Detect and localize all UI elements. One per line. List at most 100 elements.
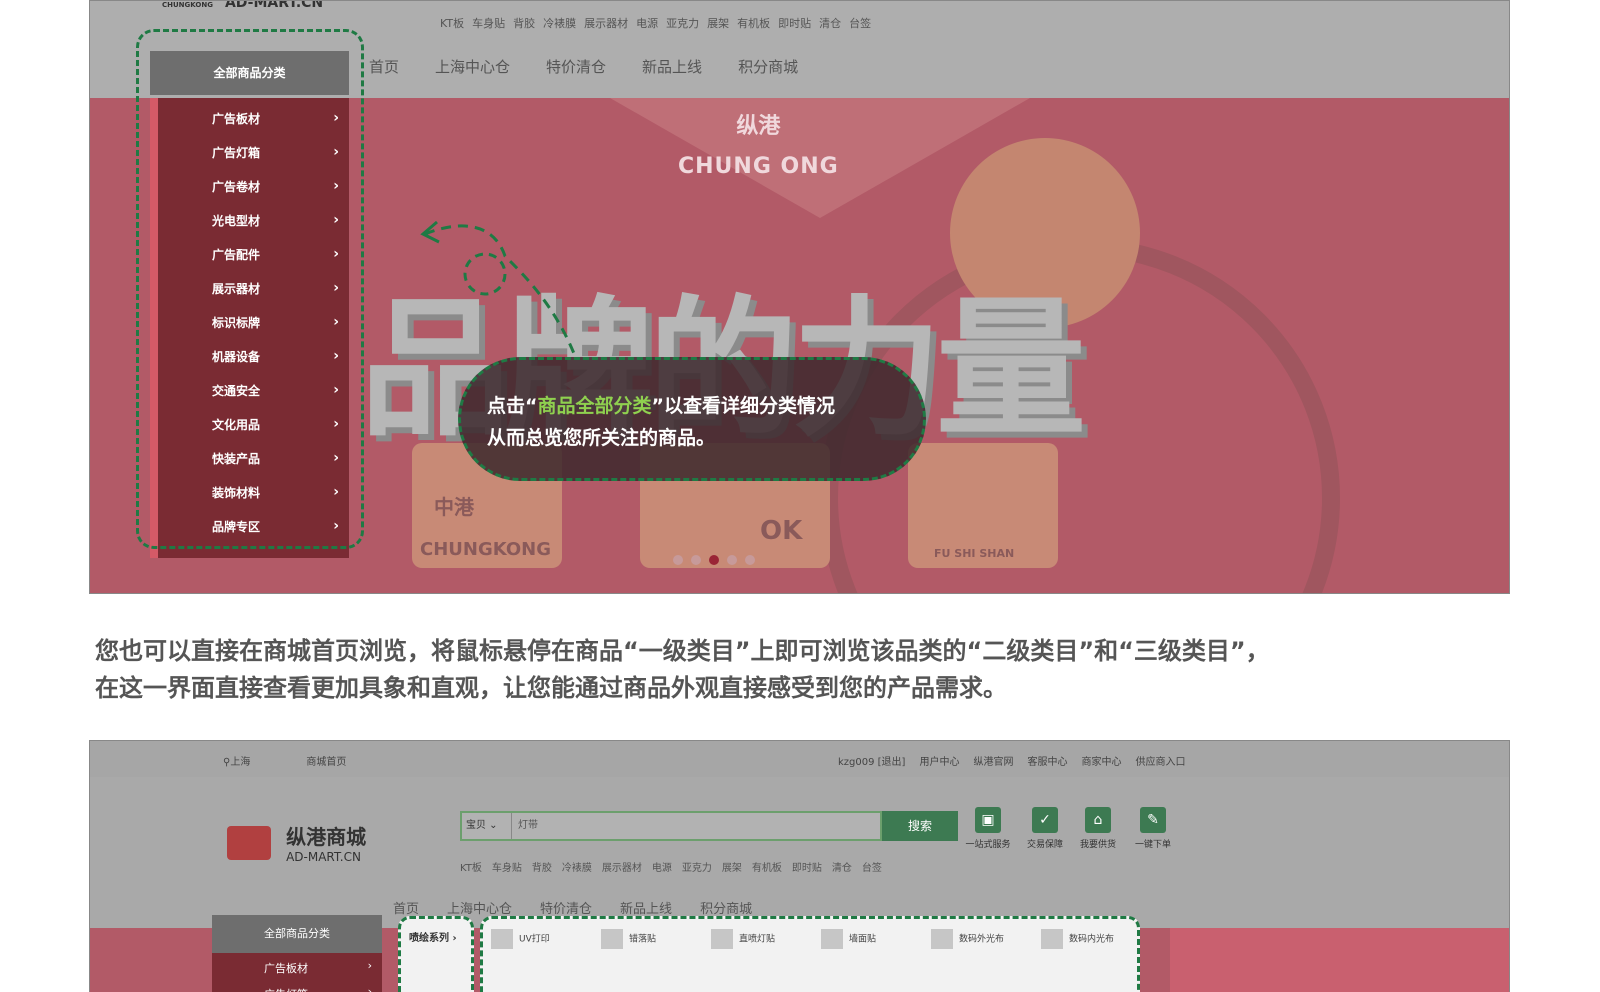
subcategory-item[interactable]: 喷绘系列 ›: [409, 929, 457, 944]
instruction-text: 您也可以直接在商城首页浏览，将鼠标悬停在商品“一级类目”上即可浏览该品类的“二级…: [95, 637, 1270, 702]
carousel-dot[interactable]: [691, 555, 701, 565]
hot-word-link[interactable]: 有机板: [752, 863, 782, 874]
nav-link[interactable]: 特价清仓: [540, 902, 592, 917]
hot-word-link[interactable]: 即时贴: [778, 17, 811, 30]
category-item[interactable]: 广告板材 ›: [212, 953, 382, 979]
chevron-right-icon: ›: [367, 959, 372, 972]
hot-word-link[interactable]: 亚克力: [682, 863, 712, 874]
product-item[interactable]: 错落贴: [601, 929, 656, 949]
nav-link[interactable]: 首页: [369, 58, 399, 76]
location-pin-icon: ⚲上海: [223, 757, 251, 768]
category-item-label: 广告灯箱: [264, 986, 308, 992]
top-bar: ⚲上海 商城首页 kzg009 [退出] 用户中心 纵港官网 客服中心 商家中心 供应商入口: [90, 741, 1509, 777]
product-thumbnail: [821, 929, 843, 949]
category-item[interactable]: 广告灯箱 ›: [212, 979, 382, 992]
hot-word-link[interactable]: 有机板: [737, 17, 770, 30]
hot-words: KT板 车身贴 背胶 冷裱膜 展示器材 电源 亚克力 展架 有机板 即时贴 清仓 台签: [460, 859, 892, 874]
hot-word-link[interactable]: KT板: [440, 17, 464, 30]
product-item[interactable]: 数码外光布: [931, 929, 1004, 949]
hot-word-link[interactable]: 展架: [707, 17, 729, 30]
category-sidebar: 广告板材 › 广告灯箱 ›: [212, 953, 382, 992]
callout-text: 点击“商品全部分类”以查看详细分类情况 从而总览您所关注的商品。: [487, 395, 836, 449]
edit-icon: ✎: [1140, 807, 1166, 833]
search-input[interactable]: 灯带: [518, 813, 538, 839]
banner-brand: 纵港 CHUNG ONG: [678, 114, 839, 179]
hot-word-link[interactable]: 即时贴: [792, 863, 822, 874]
hot-word-link[interactable]: 展示器材: [602, 863, 642, 874]
hot-word-link[interactable]: 电源: [636, 17, 658, 30]
hot-word-link[interactable]: 冷裱膜: [543, 17, 576, 30]
hot-word-link[interactable]: 清仓: [819, 17, 841, 30]
hot-word-link[interactable]: 电源: [652, 863, 672, 874]
top-links: kzg009 [退出] 用户中心 纵港官网 客服中心 商家中心 供应商入口: [838, 753, 1199, 768]
logo-mark-icon: [227, 825, 271, 860]
search-box: 宝贝 ⌄ 灯带: [460, 811, 882, 841]
hot-word-link[interactable]: 冷裱膜: [562, 863, 592, 874]
product-item[interactable]: 墙面贴: [821, 929, 876, 949]
hot-word-link[interactable]: 车身贴: [492, 863, 522, 874]
nav-link[interactable]: 新品上线: [620, 902, 672, 917]
hot-word-link[interactable]: 背胶: [513, 17, 535, 30]
top-link[interactable]: 纵港官网: [973, 757, 1013, 768]
site-logo[interactable]: 纵港商城 AD-MART.CN: [227, 821, 366, 864]
hot-word-link[interactable]: 背胶: [532, 863, 552, 874]
carousel-dot[interactable]: [745, 555, 755, 565]
location[interactable]: ⚲上海 商城首页: [223, 753, 374, 768]
product-thumbnail: [931, 929, 953, 949]
all-categories-button[interactable]: 全部商品分类: [212, 915, 382, 953]
hot-word-link[interactable]: 车身贴: [472, 17, 505, 30]
hot-word-link[interactable]: 展架: [722, 863, 742, 874]
category-item-label: 广告板材: [264, 962, 308, 975]
top-link[interactable]: 供应商入口: [1135, 757, 1185, 768]
service-guarantee[interactable]: ✓ 交易保障: [1015, 807, 1075, 850]
service-order[interactable]: ✎ 一键下单: [1123, 807, 1183, 850]
product-item[interactable]: UV打印: [491, 929, 550, 949]
banner-right: [1170, 928, 1509, 992]
chevron-right-icon: ›: [367, 985, 372, 992]
nav-link[interactable]: 积分商城: [700, 902, 752, 917]
hot-word-link[interactable]: 台签: [862, 863, 882, 874]
hot-word-link[interactable]: 清仓: [832, 863, 852, 874]
hot-words: KT板 车身贴 背胶 冷裱膜 展示器材 电源 亚克力 展架 有机板 即时贴 清仓 台签: [440, 15, 879, 31]
main-nav: 首页 上海中心仓 特价清仓 新品上线 积分商城: [393, 898, 780, 917]
subcategory-panel: 喷绘系列 ›: [398, 916, 474, 992]
hot-word-link[interactable]: KT板: [460, 863, 482, 874]
product-item[interactable]: 直喷灯贴: [711, 929, 775, 949]
nav-link[interactable]: 首页: [393, 902, 419, 917]
nav-link[interactable]: 特价清仓: [546, 58, 606, 76]
screenshot-category-menu: CHUNGKONG AD-MART.CN KT板 车身贴 背胶 冷裱膜 展示器材 电源 亚克力…: [89, 0, 1510, 594]
shield-check-icon: ✓: [1032, 807, 1058, 833]
hot-word-link[interactable]: 台签: [849, 17, 871, 30]
service-supply[interactable]: ⌂ 我要供货: [1068, 807, 1128, 850]
product-thumbnail: [491, 929, 513, 949]
nav-link[interactable]: 积分商城: [738, 58, 798, 76]
top-link[interactable]: 用户中心: [919, 757, 959, 768]
screenshot-homepage-hover: ⚲上海 商城首页 kzg009 [退出] 用户中心 纵港官网 客服中心 商家中心 供应商入口…: [89, 740, 1510, 992]
carousel-dots[interactable]: [673, 550, 763, 569]
service-desk-icon: ▣: [975, 807, 1001, 833]
annotation-arrow-icon: [420, 220, 577, 357]
search-type-select[interactable]: 宝贝 ⌄: [462, 813, 512, 839]
carousel-dot[interactable]: [709, 555, 719, 565]
nav-link[interactable]: 新品上线: [642, 58, 702, 76]
nav-link[interactable]: 上海中心仓: [447, 902, 512, 917]
search-button[interactable]: 搜索: [882, 811, 958, 841]
brand-tile-fushishan[interactable]: FU SHI SHAN: [908, 443, 1058, 568]
site-logo[interactable]: CHUNGKONG AD-MART.CN: [162, 1, 323, 11]
carousel-dot[interactable]: [673, 555, 683, 565]
tooltip-callout: 点击“商品全部分类”以查看详细分类情况 从而总览您所关注的商品。: [458, 357, 926, 481]
service-one-stop[interactable]: ▣ 一站式服务: [958, 807, 1018, 850]
main-nav: 首页 上海中心仓 特价清仓 新品上线 积分商城: [369, 56, 834, 77]
top-link[interactable]: 客服中心: [1027, 757, 1067, 768]
hot-word-link[interactable]: 亚克力: [666, 17, 699, 30]
product-item[interactable]: 数码内光布: [1041, 929, 1114, 949]
hot-word-link[interactable]: 展示器材: [584, 17, 628, 30]
product-thumbnail: [601, 929, 623, 949]
carousel-dot[interactable]: [727, 555, 737, 565]
nav-link[interactable]: 上海中心仓: [435, 58, 510, 76]
top-link[interactable]: kzg009 [退出]: [838, 757, 905, 768]
product-thumbnail: [1041, 929, 1063, 949]
store-icon: ⌂: [1085, 807, 1111, 833]
top-link[interactable]: 商家中心: [1081, 757, 1121, 768]
product-panel: UV打印 错落贴 直喷灯贴 墙面贴 数码外光布 数码内光布: [480, 916, 1140, 992]
